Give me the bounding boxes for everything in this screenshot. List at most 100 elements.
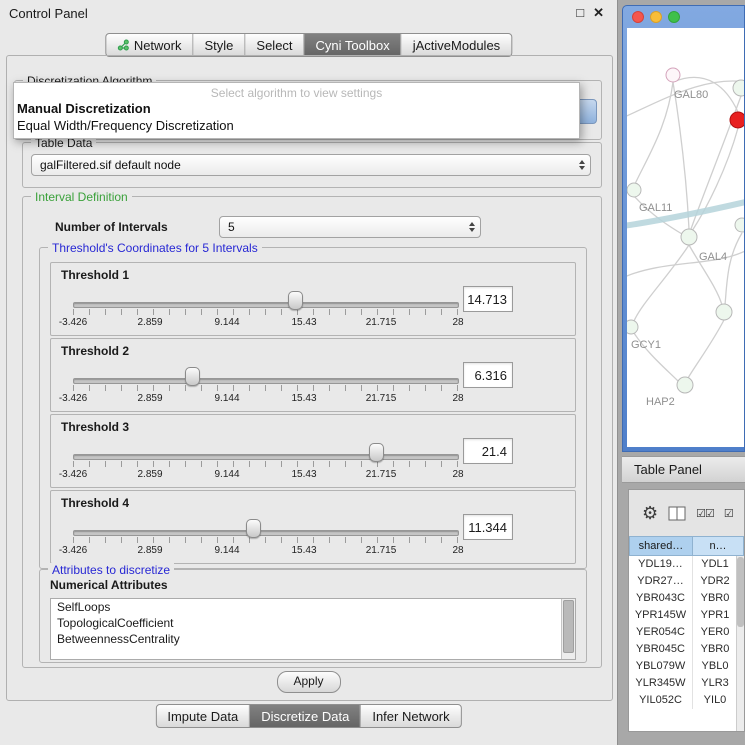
table-data-value: galFiltered.sif default node [40,158,181,172]
control-panel: Control Panel □ ✕ Network Style Select C… [0,0,618,745]
tab-style[interactable]: Style [194,34,246,56]
threshold-4-box: Threshold 4 -3.4262.8599.14415.4321.7152… [50,490,576,564]
spinner-arrows-icon [579,160,585,170]
list-item[interactable]: SelfLoops [51,599,575,615]
list-item[interactable]: TopologicalCoefficient [51,615,575,631]
table-row[interactable]: YDL19…YDL1 [629,556,737,573]
bottom-tabbar: Impute Data Discretize Data Infer Networ… [155,704,461,728]
table-row[interactable]: YIL052CYIL0 [629,692,737,709]
slider-scale: -3.4262.8599.14415.4321.71528 [73,469,458,481]
close-traffic-light-icon[interactable] [632,11,644,23]
table-row[interactable]: YBR045CYBR0 [629,641,737,658]
table-panel-title: Table Panel [634,462,702,477]
tab-cyni-toolbox[interactable]: Cyni Toolbox [305,34,402,56]
table-row[interactable]: YDR27…YDR2 [629,573,737,590]
table-row[interactable]: YPR145WYPR1 [629,607,737,624]
threshold-2-box: Threshold 2 -3.4262.8599.14415.4321.7152… [50,338,576,412]
dropdown-option-equal-width[interactable]: Equal Width/Frequency Discretization [14,117,579,134]
node-label: GAL11 [639,202,672,214]
gear-icon[interactable]: ⚙ [642,504,658,522]
tab-label: Discretize Data [261,709,349,724]
node-label: HAP2 [646,396,675,408]
table-row[interactable]: YBR043CYBR0 [629,590,737,607]
table-panel-header: Table Panel [622,456,745,483]
slider-ticks [73,309,458,315]
edit-checkbox-icon[interactable]: ☑ [724,507,733,520]
threshold-3-label: Threshold 3 [61,420,129,434]
dropdown-option-manual[interactable]: Manual Discretization [14,100,579,117]
table-row[interactable]: YLR345WYLR3 [629,675,737,692]
threshold-4-slider-handle[interactable] [246,519,261,538]
tab-label: jActiveModules [413,38,500,53]
threshold-1-box: Threshold 1 -3.4262.8599.14415.4321.7152… [50,262,576,336]
apply-button[interactable]: Apply [277,671,341,693]
network-view-window: GAL80 GAL11 GAL4 GCY1 HAP2 [622,5,745,452]
network-graph: GAL80 GAL11 GAL4 GCY1 HAP2 [627,28,744,447]
attributes-group-label: Attributes to discretize [48,563,174,577]
columns-icon[interactable] [668,506,686,521]
list-scrollbar[interactable] [561,599,575,659]
threshold-2-value-field[interactable]: 6.316 [463,362,513,388]
threshold-1-slider-handle[interactable] [288,291,303,310]
spinner-arrows-icon [469,222,475,232]
column-header-name[interactable]: n… [693,536,744,556]
slider-ticks [73,385,458,391]
interval-definition-group: Interval Definition Number of Intervals … [22,196,602,668]
threshold-3-box: Threshold 3 -3.4262.8599.14415.4321.7152… [50,414,576,488]
tab-label: Impute Data [167,709,238,724]
threshold-4-value-field[interactable]: 11.344 [463,514,513,540]
table-row[interactable]: YBL079WYBL0 [629,658,737,675]
num-intervals-combobox[interactable]: 5 [219,216,481,238]
screen: Control Panel □ ✕ Network Style Select C… [0,0,745,745]
tab-jactivemodules[interactable]: jActiveModules [402,34,511,56]
attributes-list: SelfLoops TopologicalCoefficient Between… [50,598,576,660]
tab-label: Infer Network [372,709,449,724]
dropdown-placeholder: Select algorithm to view settings [14,83,579,100]
threshold-3-value-field[interactable]: 21.4 [463,438,513,464]
threshold-4-slider-track[interactable] [73,530,459,536]
minimize-traffic-light-icon[interactable] [650,11,662,23]
attributes-group: Attributes to discretize Numerical Attri… [39,569,587,663]
table-data-combobox[interactable]: galFiltered.sif default node [31,154,591,176]
slider-scale: -3.4262.8599.14415.4321.71528 [73,317,458,329]
node-label: GCY1 [631,339,661,351]
network-window-titlebar[interactable] [623,6,744,28]
network-canvas[interactable]: GAL80 GAL11 GAL4 GCY1 HAP2 [627,28,744,447]
zoom-traffic-light-icon[interactable] [668,11,680,23]
slider-ticks [73,537,458,543]
num-intervals-value: 5 [228,220,235,234]
select-columns-icon[interactable]: ☑☑ [696,507,714,520]
tab-discretize-data[interactable]: Discretize Data [250,705,361,727]
tab-network[interactable]: Network [106,34,194,56]
algorithm-dropdown: Select algorithm to view settings Manual… [13,82,580,139]
node-label: GAL80 [674,89,708,101]
float-icon[interactable]: □ [576,5,584,21]
table-scrollbar[interactable] [736,556,744,731]
tab-select[interactable]: Select [245,34,304,56]
list-item[interactable]: BetweennessCentrality [51,631,575,647]
table-toolbar: ⚙ ☑☑ ☑ [629,490,744,536]
num-intervals-label: Number of Intervals [55,220,168,234]
tab-infer-network[interactable]: Infer Network [361,705,460,727]
column-header-shared-name[interactable]: shared… [629,536,693,556]
slider-ticks [73,461,458,467]
node-label: GAL4 [699,251,727,263]
scrollbar-thumb[interactable] [563,600,574,653]
thresholds-group: Threshold's Coordinates for 5 Intervals … [39,247,587,569]
threshold-1-value-field[interactable]: 14.713 [463,286,513,312]
table-row[interactable]: YER054CYER0 [629,624,737,641]
threshold-2-slider-track[interactable] [73,378,459,384]
table-panel-window: ⚙ ☑☑ ☑ shared… n… YDL19…YDL1 YDR27…YDR2 … [628,489,745,732]
tab-impute-data[interactable]: Impute Data [156,705,250,727]
tab-label: Style [205,38,234,53]
close-icon[interactable]: ✕ [593,5,604,21]
scrollbar-thumb[interactable] [737,557,744,627]
threshold-3-slider-track[interactable] [73,454,459,460]
table-header-row: shared… n… [629,536,744,556]
threshold-3-slider-handle[interactable] [369,443,384,462]
threshold-2-slider-handle[interactable] [185,367,200,386]
selected-red-node[interactable] [730,112,744,128]
tab-label: Select [256,38,292,53]
threshold-1-slider-track[interactable] [73,302,459,308]
slider-scale: -3.4262.8599.14415.4321.71528 [73,545,458,557]
